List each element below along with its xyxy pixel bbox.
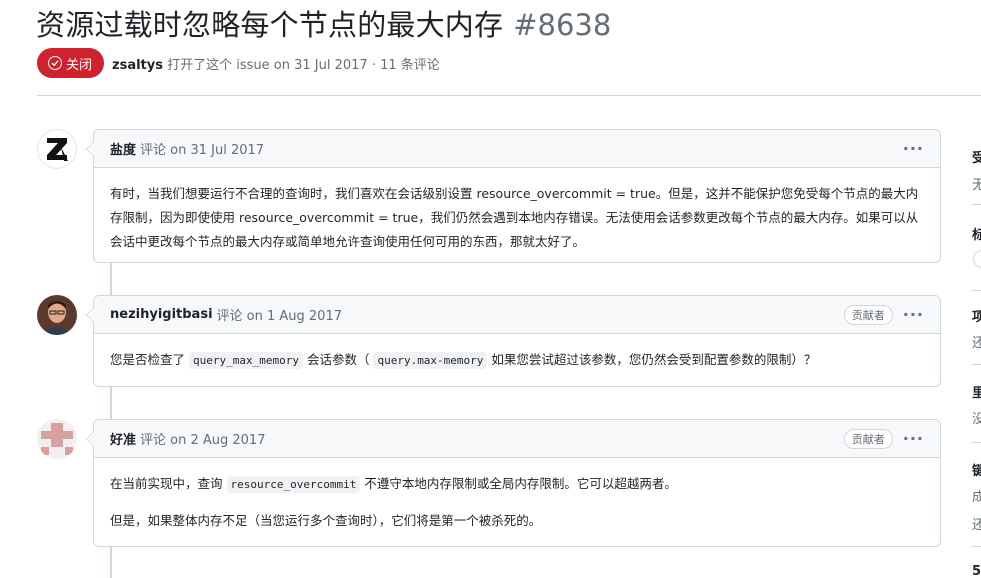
sidebar-value: 无 <box>972 178 981 193</box>
comment-timestamp[interactable]: 评论 on 2 Aug 2017 <box>140 429 265 448</box>
issue-meta: zsaltys 打开了这个 issue on 31 Jul 2017 · 11 … <box>112 54 440 73</box>
comment-card: 好准 评论 on 2 Aug 2017 贡献者 ··· 在当前实现中，查询 re… <box>86 419 941 547</box>
comment-timestamp[interactable]: 评论 on 31 Jul 2017 <box>140 139 264 158</box>
sidebar-heading[interactable]: 项 <box>972 306 981 325</box>
issue-opened-text: 打开了这个 issue on 31 Jul 2017 · 11 条评论 <box>167 57 440 73</box>
sidebar-heading: 5 <box>972 564 981 578</box>
contributor-badge: 贡献者 <box>843 304 893 325</box>
comment-header: 好准 评论 on 2 Aug 2017 贡献者 ··· <box>94 420 940 458</box>
sidebar-heading[interactable]: 受 <box>972 147 981 166</box>
comment-header: nezihyigitbasi 评论 on 1 Aug 2017 贡献者 ··· <box>94 296 940 334</box>
comment-body: 在当前实现中，查询 resource_overcommit 不遵守本地内存限制或… <box>94 458 940 547</box>
status-label: 关闭 <box>66 57 93 73</box>
comment-author-link[interactable]: nezihyigitbasi <box>110 307 213 322</box>
sidebar-divider <box>972 364 981 365</box>
comment-paragraph: 在当前实现中，查询 resource_overcommit 不遵守本地内存限制或… <box>110 472 924 497</box>
avatar[interactable] <box>37 295 77 335</box>
status-badge: 关闭 <box>37 48 105 78</box>
sidebar-value: 成 <box>972 490 981 505</box>
issue-sidebar: 受 无 标 项 还 里 没 键 成 还 5 <box>972 140 981 578</box>
issue-title: 资源过载时忽略每个节点的最大内存 <box>36 8 504 42</box>
inline-code: query.max-memory <box>373 352 488 369</box>
sidebar-heading[interactable]: 标 <box>972 224 981 243</box>
comment-author-link[interactable]: 好准 <box>110 429 136 448</box>
issue-number: #8638 <box>513 8 612 42</box>
avatar-logo-icon <box>37 129 77 169</box>
comment-text: 会话参数（ <box>306 352 370 367</box>
comment-paragraph: 但是，如果整体内存不足（当您运行多个查询时），它们将是第一个被杀死的。 <box>110 513 542 528</box>
sidebar-divider <box>972 290 981 291</box>
comment-paragraph: 您是否检查了 query_max_memory 会话参数（ query.max-… <box>110 348 924 373</box>
avatar[interactable] <box>37 129 77 169</box>
comment-text: 您是否检查了 <box>110 352 186 367</box>
avatar-identicon-icon <box>37 419 77 459</box>
header-divider <box>37 95 981 96</box>
comment-body: 有时，当我们想要运行不合理的查询时，我们喜欢在会话级别设置 resource_o… <box>94 168 940 268</box>
sidebar-heading[interactable]: 键 <box>972 460 981 479</box>
sidebar-heading[interactable]: 里 <box>972 382 981 401</box>
issue-author-link[interactable]: zsaltys <box>112 58 163 73</box>
sidebar-divider <box>972 204 981 205</box>
comment-timestamp[interactable]: 评论 on 1 Aug 2017 <box>217 305 342 324</box>
sidebar-divider <box>972 442 981 443</box>
sidebar-value: 还 <box>972 336 981 351</box>
comment-card: 盐度 评论 on 31 Jul 2017 ··· 有时，当我们想要运行不合理的查… <box>86 129 941 263</box>
avatar-photo-icon <box>37 295 77 335</box>
contributor-badge: 贡献者 <box>843 428 893 449</box>
sidebar-value: 没 <box>972 412 981 427</box>
comment-author-link[interactable]: 盐度 <box>110 139 136 158</box>
comment-text: 如果您尝试超过该参数，您仍然会受到配置参数的限制）？ <box>491 352 817 367</box>
comment-header: 盐度 评论 on 31 Jul 2017 ··· <box>94 130 940 168</box>
label-chip[interactable] <box>973 250 981 268</box>
sidebar-value: 还 <box>972 518 981 533</box>
avatar[interactable] <box>37 419 77 459</box>
comment-text: 不遵守本地内存限制或全局内存限制。它可以超越两者。 <box>364 476 677 491</box>
comment-card: nezihyigitbasi 评论 on 1 Aug 2017 贡献者 ··· … <box>86 295 941 387</box>
kebab-horizontal-icon[interactable]: ··· <box>903 430 924 446</box>
comment-body: 您是否检查了 query_max_memory 会话参数（ query.max-… <box>94 334 940 387</box>
issue-state-row: 关闭 zsaltys 打开了这个 issue on 31 Jul 2017 · … <box>37 48 440 78</box>
kebab-horizontal-icon[interactable]: ··· <box>903 140 924 156</box>
kebab-horizontal-icon[interactable]: ··· <box>903 306 924 322</box>
inline-code: resource_overcommit <box>226 476 361 493</box>
sidebar-divider <box>972 546 981 547</box>
comment-paragraph: 有时，当我们想要运行不合理的查询时，我们喜欢在会话级别设置 resource_o… <box>110 186 919 249</box>
issue-title-row: 资源过载时忽略每个节点的最大内存 #8638 <box>36 2 611 42</box>
check-circle-icon <box>48 56 62 70</box>
comment-text: 在当前实现中，查询 <box>110 476 223 491</box>
inline-code: query_max_memory <box>189 352 303 369</box>
